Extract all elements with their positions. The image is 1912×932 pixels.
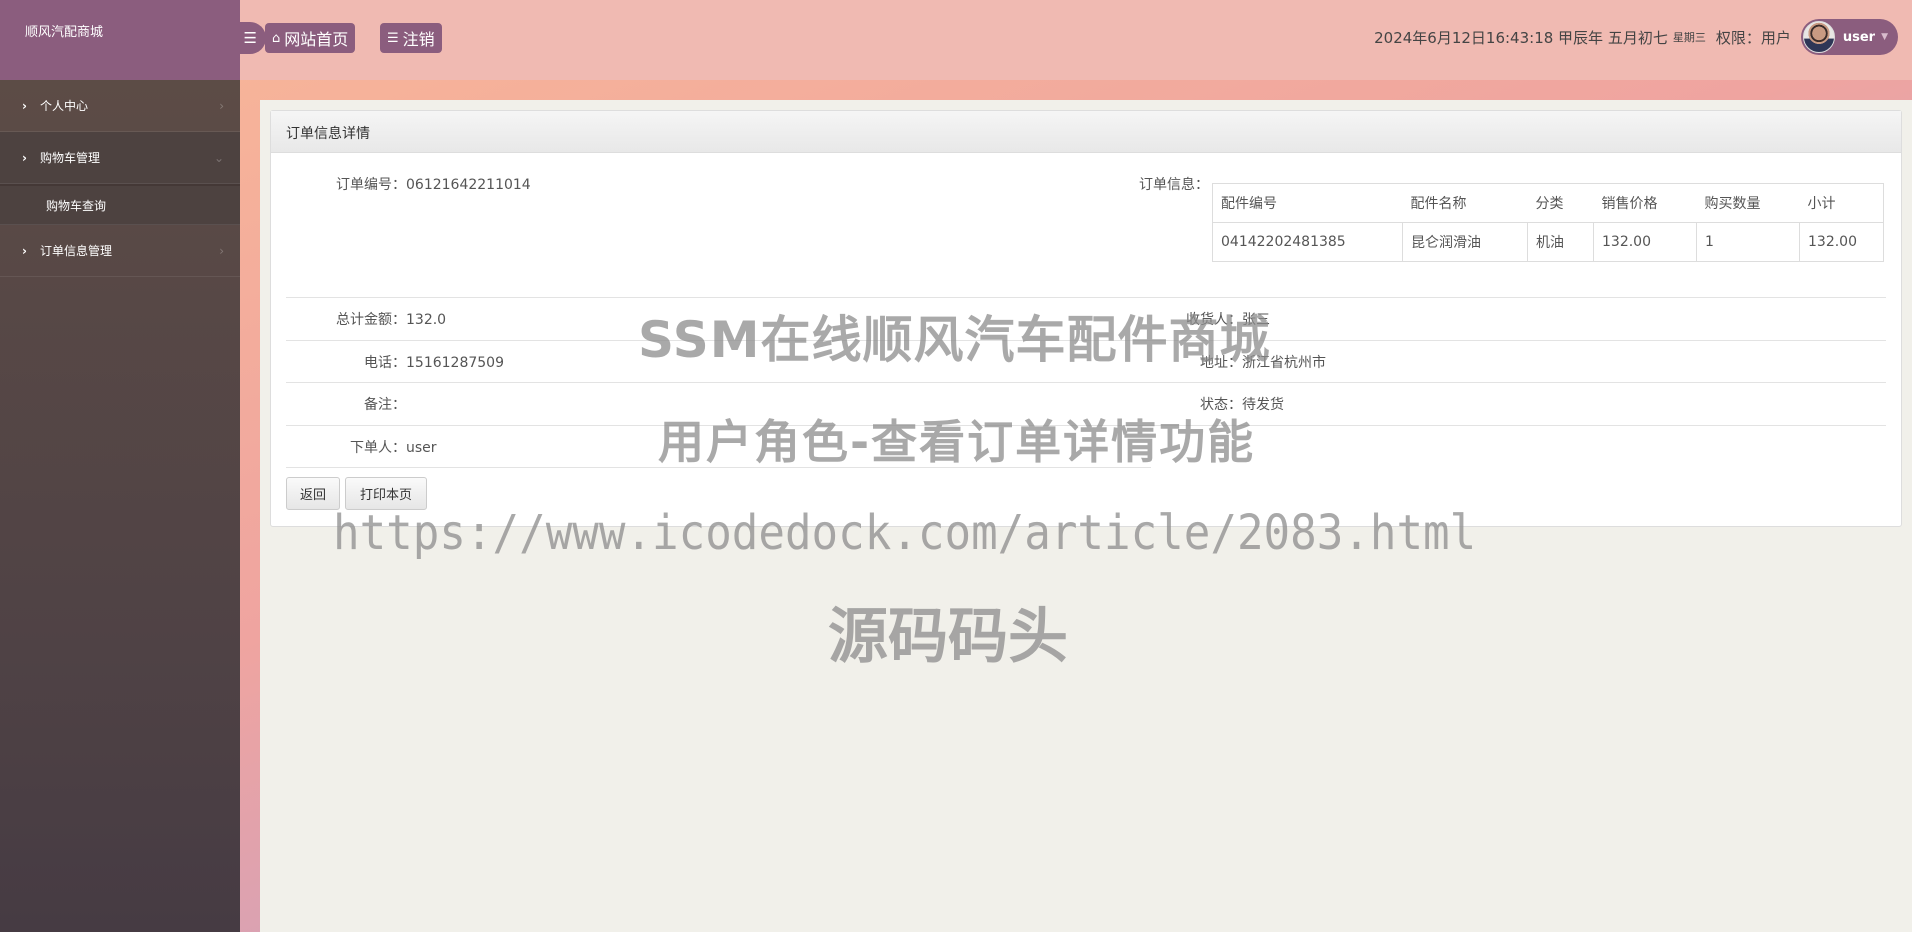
detail-row (286, 341, 1886, 383)
home-icon: ⌂ (272, 30, 281, 46)
status-field: 状态：待发货 (1092, 394, 1284, 414)
sidebar-item-label: 订单信息管理 (40, 244, 113, 258)
chevron-right-icon: › (219, 243, 224, 258)
username: user (1842, 29, 1876, 45)
weekday-text: 星期三 (1672, 31, 1706, 44)
back-button[interactable]: 返回 (286, 477, 340, 510)
phone-label: 电话： (364, 355, 406, 371)
orderer-label: 下单人： (350, 440, 406, 456)
bars-icon: ☰ (387, 30, 399, 46)
total-amount-value: 132.0 (406, 312, 447, 328)
sidebar-item-order-management[interactable]: › 订单信息管理 › (0, 225, 240, 277)
print-button[interactable]: 打印本页 (345, 477, 427, 510)
table-cell: 昆仑润滑油 (1402, 222, 1528, 262)
order-number-label: 订单编号： (336, 177, 406, 193)
chevron-down-icon: ⌄ (213, 150, 224, 165)
home-button[interactable]: ⌂ 网站首页 (265, 23, 356, 53)
user-menu-dropdown[interactable]: user ▼ (1800, 19, 1898, 55)
top-header: ☰ ⌂ 网站首页 ☰ 注销 2024年6月12日16:43:18 甲辰年 五月初… (220, 0, 1912, 80)
address-label: 地址： (1200, 355, 1242, 371)
table-cell: 机油 (1527, 222, 1594, 262)
receiver-label: 收货人： (1186, 312, 1242, 328)
receiver-value: 张三 (1242, 312, 1270, 328)
column-header: 配件编号 (1212, 183, 1403, 223)
chevron-right-icon: › (22, 150, 27, 165)
receiver-field: 收货人：张三 (1092, 309, 1270, 329)
order-detail-panel: 订单信息详情 订单编号：06121642211014 订单信息： 配件编号 配件… (270, 110, 1902, 527)
sidebar-item-cart-management[interactable]: › 购物车管理 ⌄ (0, 132, 240, 184)
order-items-table: 配件编号 配件名称 分类 销售价格 购买数量 小计 04142202481385… (1212, 183, 1884, 262)
chevron-right-icon: › (219, 98, 224, 113)
chevron-right-icon: › (22, 243, 27, 258)
column-header: 分类 (1527, 183, 1594, 223)
brand-title: 顺风汽配商城 (0, 0, 240, 80)
detail-row (286, 298, 1886, 341)
panel-title: 订单信息详情 (271, 111, 1901, 153)
phone-field: 电话：15161287509 (286, 352, 504, 372)
table-cell: 1 (1696, 222, 1800, 262)
sidebar: 顺风汽配商城 › 个人中心 › › 购物车管理 ⌄ 购物车查询 › 订单信息管理… (0, 0, 240, 932)
detail-row (286, 383, 1886, 426)
table-cell: 04142202481385 (1212, 222, 1403, 262)
home-button-label: 网站首页 (284, 30, 349, 49)
orderer-field: 下单人：user (286, 437, 437, 457)
order-number-value: 06121642211014 (406, 177, 531, 193)
status-label: 状态： (1200, 397, 1242, 413)
header-status: 2024年6月12日16:43:18 甲辰年 五月初七 星期三 权限：用户 us… (1374, 19, 1898, 55)
remark-field: 备注： (286, 394, 406, 414)
address-field: 地址：浙江省杭州市 (1092, 352, 1326, 372)
column-header: 小计 (1799, 183, 1884, 223)
sidebar-item-label: 个人中心 (40, 99, 89, 113)
total-amount-label: 总计金额： (336, 312, 406, 328)
column-header: 配件名称 (1402, 183, 1528, 223)
sidebar-item-personal-center[interactable]: › 个人中心 › (0, 80, 240, 132)
order-number-field: 订单编号：06121642211014 (286, 174, 531, 194)
logout-button-label: 注销 (402, 30, 435, 49)
avatar (1802, 21, 1835, 53)
caret-down-icon: ▼ (1881, 32, 1888, 42)
total-amount-field: 总计金额：132.0 (286, 309, 446, 329)
chevron-right-icon: › (22, 98, 27, 113)
orderer-value: user (406, 440, 437, 456)
bars-icon: ☰ (243, 29, 257, 47)
order-info-label: 订单信息： (1139, 177, 1209, 193)
sidebar-subitem-cart-query[interactable]: 购物车查询 (0, 184, 240, 225)
table-cell: 132.00 (1799, 222, 1884, 262)
remark-label: 备注： (364, 397, 406, 413)
logout-button[interactable]: ☰ 注销 (380, 23, 442, 53)
table-cell: 132.00 (1593, 222, 1697, 262)
table-row: 04142202481385 昆仑润滑油 机油 132.00 1 132.00 (1212, 222, 1884, 262)
column-header: 销售价格 (1593, 183, 1697, 223)
address-value: 浙江省杭州市 (1242, 355, 1326, 371)
datetime-text: 2024年6月12日16:43:18 甲辰年 五月初七 (1374, 28, 1668, 47)
status-value: 待发货 (1242, 397, 1284, 413)
permission-text: 权限：用户 (1715, 28, 1791, 47)
phone-value: 15161287509 (406, 355, 504, 371)
table-header-row: 配件编号 配件名称 分类 销售价格 购买数量 小计 (1212, 183, 1884, 223)
sidebar-toggle-button[interactable]: ☰ (220, 22, 266, 54)
sidebar-item-label: 购物车管理 (40, 151, 101, 165)
column-header: 购买数量 (1696, 183, 1800, 223)
